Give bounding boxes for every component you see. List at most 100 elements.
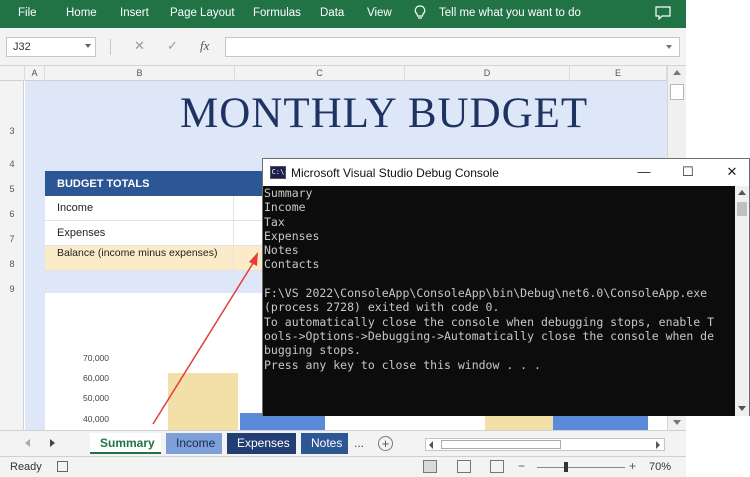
row-headers: 3 4 5 6 7 8 9	[0, 81, 24, 430]
row-header-4[interactable]: 4	[0, 159, 24, 169]
debug-console-window[interactable]: C:\ Microsoft Visual Studio Debug Consol…	[262, 158, 750, 416]
console-line: Press any key to close this window . . .	[264, 357, 541, 372]
cancel-icon[interactable]: ✕	[134, 38, 145, 54]
console-scrollbar[interactable]	[735, 186, 749, 416]
tab-page-layout[interactable]: Page Layout	[170, 7, 235, 19]
status-text: Ready	[10, 461, 42, 473]
scroll-right-icon[interactable]	[656, 441, 660, 449]
sheet-tab-notes[interactable]: Notes	[301, 433, 348, 454]
sheet-tabs-bar: Summary Income Expenses Notes ... +	[0, 430, 686, 456]
name-box[interactable]: J32	[6, 37, 96, 57]
select-all-corner[interactable]	[0, 66, 25, 81]
totals-label: Balance (income minus expenses)	[57, 247, 218, 259]
macro-recording-icon[interactable]	[57, 461, 68, 472]
console-output[interactable]: Summary Income Tax Expenses Notes Contacts F:\…	[263, 186, 735, 416]
y-tick-label: 60,000	[83, 373, 109, 383]
prev-sheet-icon[interactable]	[25, 439, 30, 447]
chevron-down-icon[interactable]	[85, 44, 91, 48]
console-line: Summary	[264, 186, 313, 200]
column-header-b[interactable]: B	[45, 66, 235, 81]
tab-file[interactable]: File	[18, 7, 37, 19]
more-sheets-button[interactable]: ...	[354, 436, 364, 450]
y-tick-label: 50,000	[83, 393, 109, 403]
next-sheet-icon[interactable]	[50, 439, 55, 447]
y-tick-label: 70,000	[83, 353, 109, 363]
row-header-9[interactable]: 9	[0, 284, 24, 294]
zoom-in-button[interactable]: +	[629, 459, 636, 473]
console-line: Expenses	[264, 228, 320, 243]
console-app-icon: C:\	[270, 166, 286, 179]
tab-data[interactable]: Data	[320, 7, 344, 19]
comment-icon[interactable]	[655, 6, 671, 20]
zoom-out-button[interactable]: −	[518, 459, 525, 473]
minimize-button[interactable]: —	[629, 163, 659, 181]
sheet-tab-income[interactable]: Income	[166, 433, 222, 454]
scroll-up-icon[interactable]	[738, 190, 746, 195]
insert-function-icon[interactable]: fx	[200, 38, 209, 54]
scroll-thumb[interactable]	[670, 84, 684, 100]
zoom-level[interactable]: 70%	[649, 461, 671, 473]
tab-insert[interactable]: Insert	[120, 7, 149, 19]
column-header-e[interactable]: E	[570, 66, 667, 81]
scroll-left-icon[interactable]	[429, 441, 433, 449]
tab-formulas[interactable]: Formulas	[253, 7, 301, 19]
add-sheet-button[interactable]: +	[378, 436, 393, 451]
page-title: MONTHLY BUDGET	[180, 90, 589, 137]
lightbulb-icon	[414, 5, 426, 19]
sheet-tab-expenses[interactable]: Expenses	[227, 433, 296, 454]
console-line: F:\VS 2022\ConsoleApp\ConsoleApp\bin\Deb…	[264, 286, 708, 301]
row-header-7[interactable]: 7	[0, 234, 24, 244]
column-header-c[interactable]: C	[235, 66, 405, 81]
console-line: (process 2728) exited with code 0.	[264, 300, 500, 315]
tab-home[interactable]: Home	[66, 7, 97, 19]
y-tick-label: 40,000	[83, 414, 109, 424]
column-headers: A B C D E	[0, 66, 686, 81]
scroll-down-icon[interactable]	[738, 406, 746, 411]
row-header-3[interactable]: 3	[0, 126, 24, 136]
console-title: Microsoft Visual Studio Debug Console	[291, 166, 499, 180]
formula-bar: J32 ✕ ✓ fx	[0, 28, 686, 66]
console-titlebar[interactable]: C:\ Microsoft Visual Studio Debug Consol…	[263, 159, 749, 186]
normal-view-icon[interactable]	[423, 460, 437, 473]
console-line: To automatically close the console when …	[264, 314, 715, 329]
enter-icon[interactable]: ✓	[167, 38, 178, 54]
horizontal-scrollbar[interactable]	[425, 438, 665, 451]
budget-totals-header: BUDGET TOTALS	[45, 171, 265, 196]
totals-row-income[interactable]: Income	[45, 196, 265, 221]
scroll-thumb[interactable]	[441, 440, 561, 449]
console-line: Income	[264, 200, 306, 215]
chart-bar	[168, 373, 238, 430]
totals-label: Expenses	[57, 227, 106, 239]
tab-view[interactable]: View	[367, 7, 392, 19]
scroll-down-icon[interactable]	[673, 420, 681, 425]
tell-me-search[interactable]: Tell me what you want to do	[439, 7, 581, 19]
console-line: Notes	[264, 243, 299, 258]
column-header-a[interactable]: A	[25, 66, 45, 81]
scroll-up-icon[interactable]	[673, 70, 681, 75]
console-line: bugging stops.	[264, 343, 361, 358]
page-break-view-icon[interactable]	[490, 460, 504, 473]
console-line: Contacts	[264, 257, 320, 272]
row-header-6[interactable]: 6	[0, 209, 24, 219]
maximize-button[interactable]: ☐	[673, 163, 703, 181]
sheet-tab-summary[interactable]: Summary	[90, 433, 161, 454]
totals-label: Income	[57, 202, 94, 214]
expand-formula-icon[interactable]	[666, 45, 672, 49]
console-line: ools->Options->Debugging->Automatically …	[264, 328, 715, 343]
row-header-8[interactable]: 8	[0, 259, 24, 269]
console-line: Tax	[264, 214, 285, 229]
totals-row-expenses[interactable]: Expenses	[45, 221, 265, 246]
scroll-thumb[interactable]	[737, 202, 747, 216]
totals-row-balance[interactable]: Balance (income minus expenses)	[45, 246, 265, 271]
zoom-slider-thumb[interactable]	[564, 462, 568, 472]
zoom-slider[interactable]	[537, 467, 625, 468]
row-header-5[interactable]: 5	[0, 184, 24, 194]
ribbon: File Home Insert Page Layout Formulas Da…	[0, 0, 686, 28]
page-layout-view-icon[interactable]	[457, 460, 471, 473]
formula-input[interactable]	[225, 37, 680, 57]
separator	[110, 39, 111, 55]
close-button[interactable]: ✕	[717, 163, 747, 181]
status-bar: Ready − + 70%	[0, 456, 686, 477]
column-header-d[interactable]: D	[405, 66, 570, 81]
